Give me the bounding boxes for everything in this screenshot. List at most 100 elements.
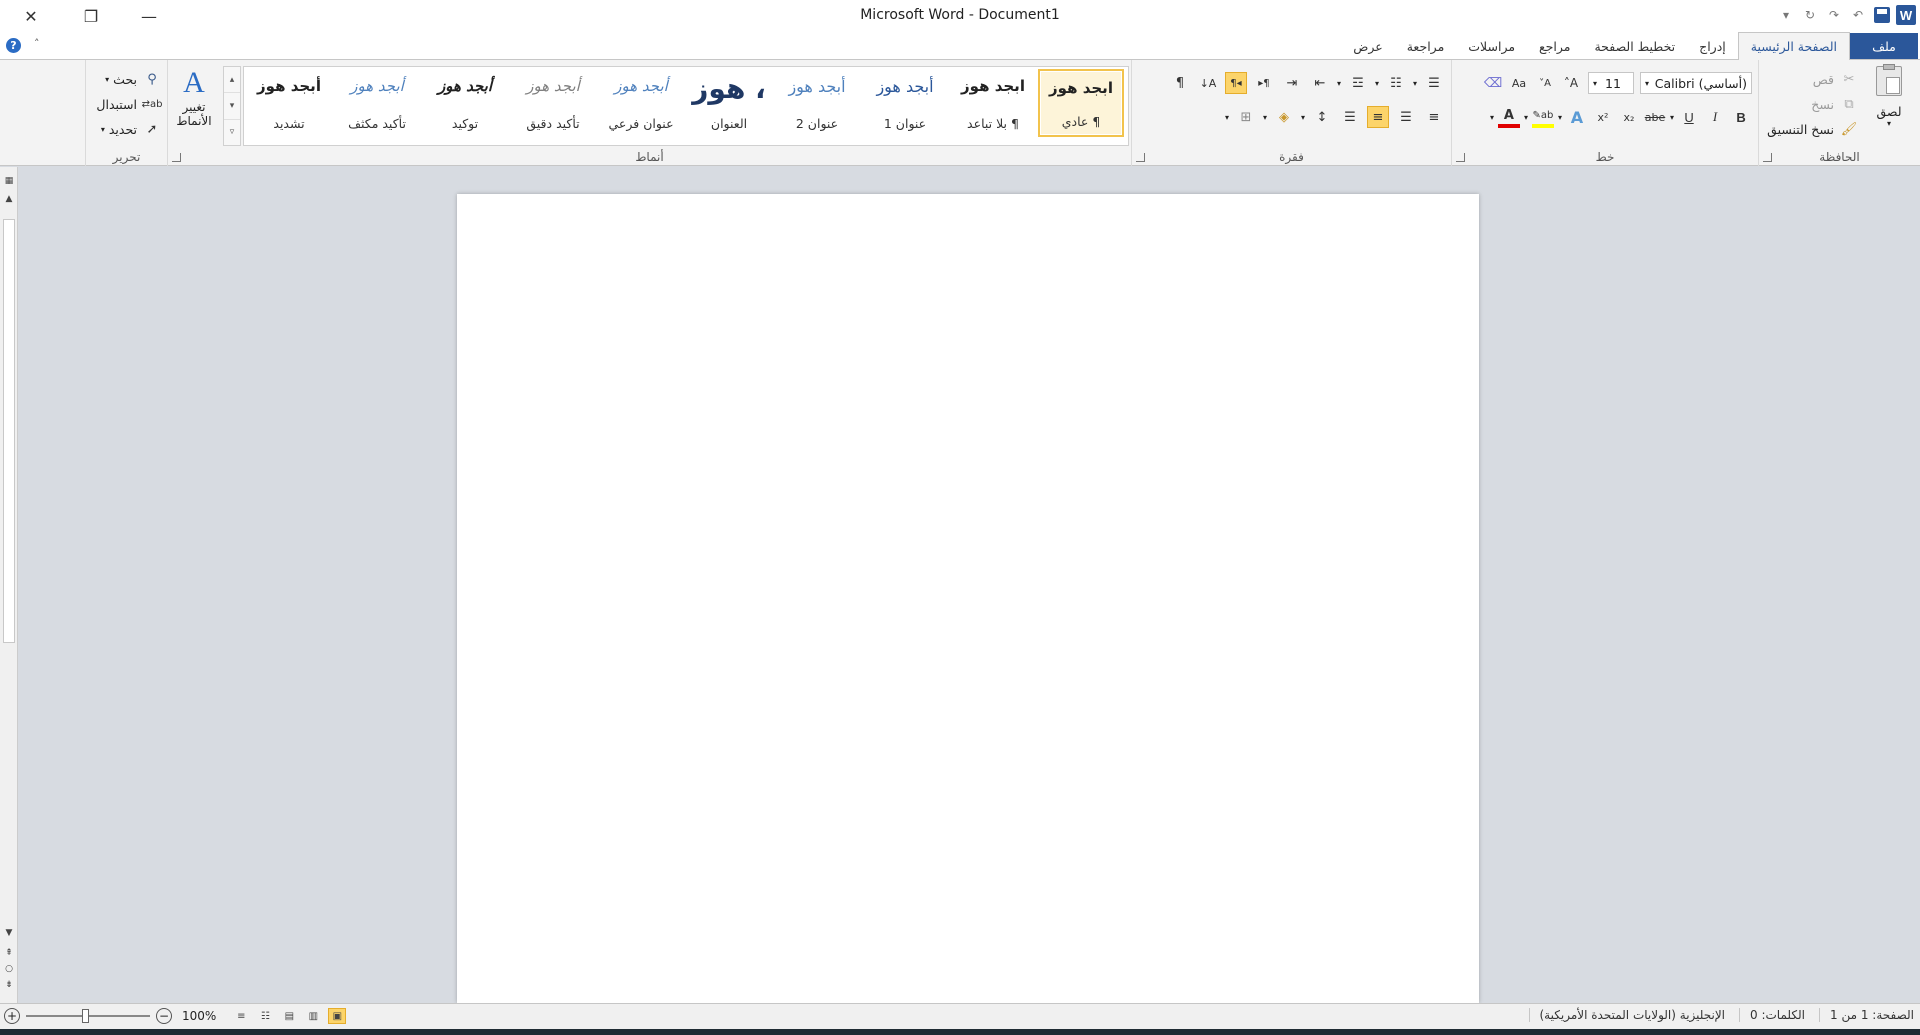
browse-object-icon[interactable]: ○ — [0, 961, 18, 977]
gallery-up-icon[interactable]: ▴ — [224, 67, 240, 94]
previous-page-icon[interactable]: ⇞ — [0, 945, 18, 961]
highlight-icon[interactable]: ab✎ — [1531, 106, 1554, 128]
paste-button[interactable]: لصق ▾ — [1864, 64, 1914, 128]
superscript-icon[interactable]: x² — [1592, 106, 1614, 128]
grow-font-icon[interactable]: A˄ — [1560, 72, 1582, 94]
tab-2[interactable]: إدراج — [1687, 32, 1738, 60]
font-name-combo[interactable]: (أساسي) Calibri ▾ — [1640, 72, 1752, 94]
font-size-combo[interactable]: 11 ▾ — [1588, 72, 1634, 94]
tab-7[interactable]: عرض — [1341, 32, 1394, 60]
find-button[interactable]: ⚲ بحث ▾ — [105, 68, 163, 90]
zoom-in-icon[interactable]: + — [4, 1008, 20, 1024]
line-spacing-icon[interactable]: ↕ — [1311, 106, 1333, 128]
numbering-icon[interactable]: ☷ — [1385, 72, 1407, 94]
save-button[interactable] — [1872, 5, 1892, 25]
style-item[interactable]: أبجد هوز عنوان 2 — [774, 69, 860, 137]
style-item[interactable]: أبجد هوز تأكيد مكثف — [334, 69, 420, 137]
zoom-level[interactable]: 100% — [182, 1009, 216, 1023]
select-button[interactable]: ➚ تحديد ▾ — [101, 118, 163, 140]
ruler-toggle-icon[interactable]: ▦ — [0, 173, 18, 189]
web-layout-icon[interactable]: ▤ — [280, 1008, 298, 1024]
gallery-more-icon[interactable]: ▿ — [224, 120, 240, 145]
align-right-icon[interactable]: ≡ — [1423, 106, 1445, 128]
show-marks-icon[interactable]: ¶ — [1169, 72, 1191, 94]
increase-indent-icon[interactable]: ⇥ — [1281, 72, 1303, 94]
full-screen-reading-icon[interactable]: ▥ — [304, 1008, 322, 1024]
italic-icon[interactable]: I — [1704, 106, 1726, 128]
style-item[interactable]: ابجد هوز ¶ بلا تباعد — [950, 69, 1036, 137]
scroll-thumb[interactable] — [3, 219, 15, 643]
align-center-icon[interactable]: ☰ — [1395, 106, 1417, 128]
redo-button[interactable]: ↷ — [1824, 5, 1844, 25]
chevron-down-icon[interactable]: ▾ — [1375, 79, 1379, 88]
chevron-down-icon[interactable]: ▾ — [1490, 113, 1494, 122]
style-item[interactable]: أبجد هوز عنوان فرعي — [598, 69, 684, 137]
undo-button[interactable]: ↶ — [1848, 5, 1868, 25]
tab-1[interactable]: الصفحة الرئيسية — [1737, 32, 1850, 61]
borders-icon[interactable]: ⊞ — [1235, 106, 1257, 128]
paragraph-dialog-launcher[interactable] — [1136, 153, 1145, 162]
chevron-down-icon[interactable]: ▾ — [1301, 113, 1305, 122]
repeat-button[interactable]: ↻ — [1800, 5, 1820, 25]
change-styles-button[interactable]: A تغيير الأنماط — [169, 68, 219, 129]
text-effects-icon[interactable]: A — [1566, 106, 1588, 128]
cut-button[interactable]: ✂ قص — [1813, 68, 1860, 90]
chevron-down-icon[interactable]: ▾ — [1337, 79, 1341, 88]
style-item[interactable]: ، هوز العنوان — [686, 69, 772, 137]
zoom-slider-thumb[interactable] — [82, 1009, 89, 1023]
chevron-down-icon[interactable]: ▾ — [1413, 79, 1417, 88]
draft-view-icon[interactable]: ≡ — [232, 1008, 250, 1024]
font-color-icon[interactable]: A — [1497, 106, 1520, 128]
zoom-out-icon[interactable]: − — [156, 1008, 172, 1024]
justify-icon[interactable]: ☰ — [1339, 106, 1361, 128]
font-dialog-launcher[interactable] — [1456, 153, 1465, 162]
bold-icon[interactable]: B — [1730, 106, 1752, 128]
print-layout-icon[interactable]: ▣ — [328, 1008, 347, 1024]
replace-button[interactable]: ab⇄ استبدال — [96, 93, 163, 115]
gallery-down-icon[interactable]: ▾ — [224, 93, 240, 120]
chevron-down-icon[interactable]: ▾ — [1670, 113, 1674, 122]
sort-icon[interactable]: A↓ — [1197, 72, 1219, 94]
style-item[interactable]: أبجد هوز عنوان 1 — [862, 69, 948, 137]
shading-icon[interactable]: ◈ — [1273, 106, 1295, 128]
strikethrough-icon[interactable]: abe — [1644, 106, 1666, 128]
scroll-up-icon[interactable]: ▲ — [0, 191, 18, 207]
zoom-slider[interactable] — [26, 1009, 150, 1023]
tab-0[interactable]: ملف — [1850, 33, 1918, 59]
vertical-scrollbar[interactable]: ▦ ▲ ▼ ⇞ ○ ⇟ — [0, 167, 18, 1003]
tab-6[interactable]: مراجعة — [1395, 32, 1457, 60]
copy-button[interactable]: ⧉ نسخ — [1811, 93, 1860, 115]
style-item[interactable]: أبجد هوز تأكيد دقيق — [510, 69, 596, 137]
word-count[interactable]: الكلمات: 0 — [1739, 1008, 1805, 1022]
chevron-down-icon[interactable]: ▾ — [1225, 113, 1229, 122]
style-item[interactable]: أبجد هوز توكيد — [422, 69, 508, 137]
rtl-icon[interactable]: ◂¶ — [1224, 72, 1247, 94]
style-item[interactable]: ابجد هوز ¶ عادي — [1038, 69, 1124, 137]
style-item[interactable]: أبجد هوز تشديد — [246, 69, 332, 137]
collapse-ribbon-icon[interactable]: ˄ — [34, 37, 40, 50]
tab-5[interactable]: مراسلات — [1456, 32, 1527, 60]
change-case-icon[interactable]: Aa — [1508, 72, 1530, 94]
bullets-icon[interactable]: ☰ — [1423, 72, 1445, 94]
chevron-down-icon[interactable]: ▾ — [1524, 113, 1528, 122]
subscript-icon[interactable]: x₂ — [1618, 106, 1640, 128]
tab-4[interactable]: مراجع — [1527, 32, 1582, 60]
tab-3[interactable]: تخطيط الصفحة — [1582, 32, 1687, 60]
customize-qat-button[interactable]: ▾ — [1776, 5, 1796, 25]
chevron-down-icon[interactable]: ▾ — [1263, 113, 1267, 122]
decrease-indent-icon[interactable]: ⇤ — [1309, 72, 1331, 94]
styles-dialog-launcher[interactable] — [172, 153, 181, 162]
language-indicator[interactable]: الإنجليزية (الولايات المتحدة الأمريكية) — [1528, 1008, 1725, 1022]
format-painter-button[interactable]: 🖌 نسخ التنسيق — [1767, 118, 1860, 140]
shrink-font-icon[interactable]: A˅ — [1534, 72, 1556, 94]
chevron-down-icon[interactable]: ▾ — [1558, 113, 1562, 122]
ltr-icon[interactable]: ¶▸ — [1253, 72, 1275, 94]
page-count[interactable]: الصفحة: 1 من 1 — [1819, 1008, 1914, 1022]
align-left-icon[interactable]: ≡ — [1367, 106, 1389, 128]
outline-view-icon[interactable]: ☷ — [256, 1008, 274, 1024]
help-icon[interactable]: ? — [6, 38, 21, 53]
multilevel-list-icon[interactable]: ☲ — [1347, 72, 1369, 94]
document-page[interactable] — [457, 194, 1479, 1003]
clipboard-dialog-launcher[interactable] — [1763, 153, 1772, 162]
next-page-icon[interactable]: ⇟ — [0, 977, 18, 993]
